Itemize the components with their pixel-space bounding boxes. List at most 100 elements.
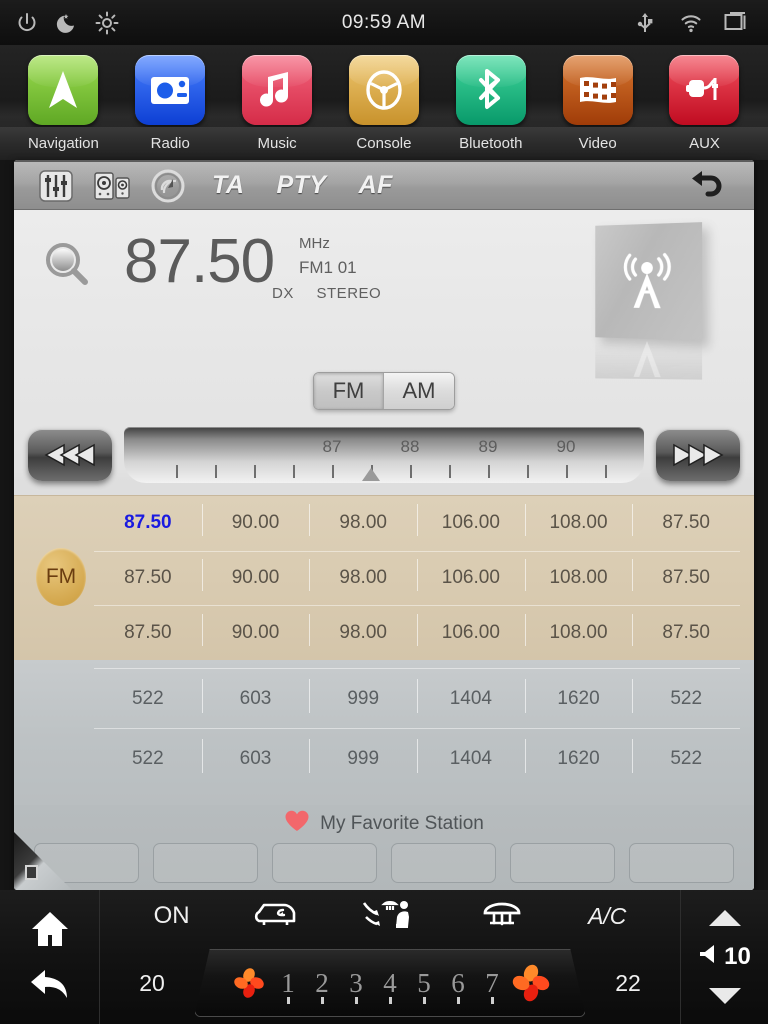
radio-tile[interactable] — [135, 55, 206, 125]
music-tile[interactable] — [242, 55, 313, 125]
fm-preset-6[interactable]: 87.50 — [632, 504, 740, 537]
fm-preset-18[interactable]: 87.50 — [632, 614, 740, 647]
fm-preset-5[interactable]: 108.00 — [524, 504, 633, 537]
tuning-scale[interactable]: 87 88 89 90 — [124, 427, 644, 483]
am-preset-8[interactable]: 603 — [201, 738, 310, 773]
fm-preset-7[interactable]: 87.50 — [94, 567, 202, 589]
fan-icon-left[interactable] — [227, 966, 271, 1000]
app-music[interactable] — [239, 55, 315, 125]
favorite-slot-6[interactable] — [629, 843, 734, 883]
am-preset-5[interactable]: 1620 — [524, 678, 633, 713]
am-preset-2[interactable]: 603 — [201, 678, 310, 713]
fm-preset-12[interactable]: 87.50 — [632, 559, 740, 592]
magnifier-icon[interactable] — [40, 238, 96, 299]
windows-icon[interactable] — [724, 10, 750, 36]
am-preset-11[interactable]: 1620 — [524, 738, 633, 773]
band-toggle[interactable]: FM AM — [313, 372, 455, 410]
am-preset-12[interactable]: 522 — [632, 738, 740, 773]
fm-preset-14[interactable]: 90.00 — [201, 614, 310, 647]
app-radio[interactable] — [132, 55, 208, 125]
night-mode-icon[interactable] — [54, 10, 80, 36]
app-label-console: Console — [356, 135, 412, 152]
fm-preset-1[interactable]: 87.50 — [94, 512, 202, 534]
scan-radar-icon[interactable] — [140, 168, 196, 204]
favorite-slot-2[interactable] — [153, 843, 258, 883]
back-arrow-icon[interactable] — [29, 967, 71, 1006]
back-arrow-icon[interactable] — [684, 169, 740, 203]
bluetooth-tile[interactable] — [455, 55, 526, 125]
seek-backward-icon[interactable] — [28, 429, 112, 481]
am-preset-4[interactable]: 1404 — [417, 678, 525, 713]
steering-wheel-icon — [366, 70, 402, 110]
am-preset-6[interactable]: 522 — [632, 678, 740, 713]
favorite-slot-4[interactable] — [391, 843, 496, 883]
car-recirculate-icon[interactable] — [253, 899, 297, 934]
airflow-seat-icon[interactable] — [360, 897, 416, 936]
favorite-slot-5[interactable] — [510, 843, 615, 883]
fan-speed-bar[interactable]: 1 2 3 4 5 6 7 — [194, 949, 586, 1017]
am-preset-3[interactable]: 999 — [309, 678, 417, 713]
pty-button[interactable]: PTY — [260, 171, 342, 200]
fan-level-numbers: 1 2 3 4 5 6 7 — [271, 968, 509, 999]
power-icon[interactable] — [14, 10, 40, 36]
fan-level-5[interactable]: 5 — [407, 968, 441, 999]
fan-level-6[interactable]: 6 — [441, 968, 475, 999]
climate-on-label[interactable]: ON — [154, 902, 190, 930]
fm-preset-16[interactable]: 106.00 — [417, 614, 525, 647]
am-preset-1[interactable]: 522 — [94, 688, 202, 710]
app-label-bluetooth: Bluetooth — [459, 135, 523, 152]
app-aux[interactable] — [666, 55, 742, 125]
app-console[interactable] — [346, 55, 422, 125]
fm-preset-3[interactable]: 98.00 — [309, 504, 417, 537]
fan-level-4[interactable]: 4 — [373, 968, 407, 999]
seek-forward-icon[interactable] — [656, 429, 740, 481]
console-tile[interactable] — [348, 55, 419, 125]
fan-level-3[interactable]: 3 — [339, 968, 373, 999]
af-button[interactable]: AF — [343, 171, 409, 200]
corner-square-icon[interactable] — [25, 865, 38, 880]
app-video[interactable] — [560, 55, 636, 125]
triangle-up-icon[interactable] — [708, 910, 741, 927]
band-fm-button[interactable]: FM — [314, 373, 384, 409]
rear-defrost-icon[interactable] — [479, 899, 525, 934]
am-preset-9[interactable]: 999 — [309, 738, 417, 773]
heart-icon — [284, 809, 310, 839]
fm-preset-13[interactable]: 87.50 — [94, 622, 202, 644]
fm-preset-9[interactable]: 98.00 — [309, 559, 417, 592]
status-bar: 09:59 AM — [0, 0, 768, 45]
app-navigation[interactable] — [25, 55, 101, 125]
am-preset-7[interactable]: 522 — [94, 748, 202, 770]
fm-preset-2[interactable]: 90.00 — [201, 504, 310, 537]
fan-level-7[interactable]: 7 — [475, 968, 509, 999]
triangle-down-icon[interactable] — [708, 987, 741, 1004]
fm-preset-15[interactable]: 98.00 — [309, 614, 417, 647]
equalizer-icon[interactable] — [28, 169, 84, 202]
fm-preset-8[interactable]: 90.00 — [201, 559, 310, 592]
temperature-right[interactable]: 22 — [602, 970, 654, 997]
ta-button[interactable]: TA — [196, 171, 260, 200]
band-am-button[interactable]: AM — [384, 373, 454, 409]
fm-preset-11[interactable]: 108.00 — [524, 559, 633, 592]
climate-ac-label[interactable]: A/C — [588, 903, 626, 930]
fan-level-1[interactable]: 1 — [271, 968, 305, 999]
fm-preset-4[interactable]: 106.00 — [417, 504, 525, 537]
home-icon[interactable] — [29, 909, 71, 954]
app-label-music: Music — [257, 135, 297, 152]
app-label-navigation: Navigation — [27, 135, 99, 152]
fm-preset-10[interactable]: 106.00 — [417, 559, 525, 592]
am-preset-10[interactable]: 1404 — [417, 738, 525, 773]
speakers-icon[interactable] — [84, 170, 140, 202]
temperature-left[interactable]: 20 — [126, 970, 178, 997]
navigation-tile[interactable] — [28, 55, 99, 125]
app-bluetooth[interactable] — [453, 55, 529, 125]
fm-preset-17[interactable]: 108.00 — [524, 614, 633, 647]
fan-level-2[interactable]: 2 — [305, 968, 339, 999]
tuning-row: 87 88 89 90 — [14, 420, 754, 490]
climate-nav — [0, 890, 100, 1024]
aux-cable-icon — [686, 78, 719, 100]
aux-tile[interactable] — [669, 55, 740, 125]
favorite-slot-3[interactable] — [272, 843, 377, 883]
frequency-status: DX STEREO — [272, 285, 399, 302]
brightness-icon[interactable] — [94, 10, 120, 36]
video-tile[interactable] — [562, 55, 633, 125]
